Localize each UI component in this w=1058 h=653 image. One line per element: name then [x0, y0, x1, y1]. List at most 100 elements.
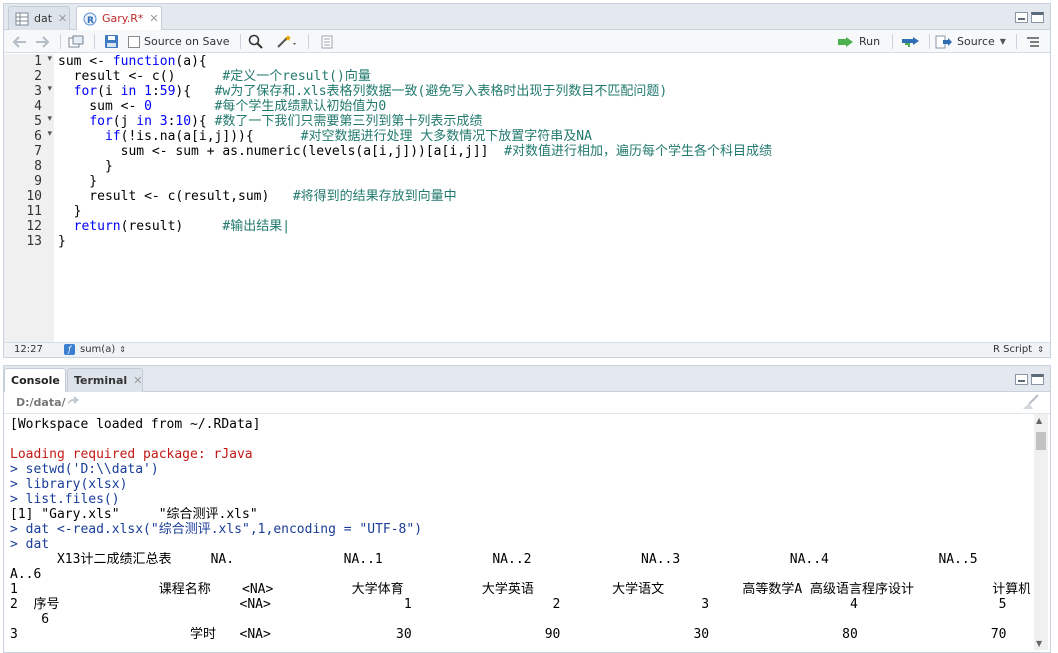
source-button[interactable]: Source ▼ — [935, 33, 1006, 50]
forward-arrow-icon[interactable] — [34, 33, 50, 50]
scrollbar-thumb[interactable] — [1036, 432, 1046, 450]
code-line[interactable]: for(j in 3:10){ #数了一下我们只需要第三列到第十列表示成绩 — [58, 114, 772, 129]
close-icon[interactable]: ✕ — [133, 374, 142, 387]
fold-arrow-icon[interactable]: ▾ — [47, 129, 52, 139]
gutter-line: 7 — [4, 144, 54, 159]
code-line[interactable]: } — [58, 159, 772, 174]
rerun-arrows-icon — [902, 36, 919, 47]
maximize-pane-button[interactable] — [1031, 12, 1044, 23]
back-arrow-icon[interactable] — [12, 33, 28, 50]
minimize-pane-button[interactable] — [1015, 12, 1028, 23]
line-number: 5 — [34, 114, 42, 129]
source-label: Source — [957, 35, 995, 48]
line-number: 12 — [26, 219, 42, 234]
scroll-down-icon[interactable]: ▼ — [1036, 639, 1042, 648]
line-number-gutter: 1 ▾ 2 3 ▾ 4 5 ▾ 6 ▾ 7 8 9 10 11 12 13 — [4, 54, 54, 342]
console-output-line: [1] "Gary.xls" "综合测评.xls" — [10, 507, 258, 522]
tab-gary-r-label: Gary.R* — [102, 12, 144, 25]
gutter-line: 11 — [4, 204, 54, 219]
r-file-icon: R — [83, 12, 97, 26]
fold-arrow-icon[interactable]: ▾ — [47, 114, 52, 124]
console-scrollbar[interactable]: ▲ ▼ — [1034, 414, 1048, 650]
line-number: 13 — [26, 234, 42, 249]
code-tools-wand-icon[interactable] — [276, 33, 298, 50]
code-line[interactable]: } — [58, 234, 772, 249]
console-pane-controls — [1015, 374, 1044, 385]
console-output-line: [Workspace loaded from ~/.RData] — [10, 417, 261, 432]
source-pane: dat ✕ R Gary.R* ✕ Source on Save Run Sou… — [3, 3, 1051, 358]
tab-dat[interactable]: dat ✕ — [8, 6, 70, 30]
line-number: 4 — [34, 99, 42, 114]
console-output[interactable]: [Workspace loaded from ~/.RData] Loading … — [10, 402, 1030, 642]
line-number: 8 — [34, 159, 42, 174]
function-context-dropdown[interactable]: f sum(a) ⇕ — [64, 344, 126, 355]
code-line[interactable]: result <- c(result,sum) #将得到的结果存放到向量中 — [58, 189, 772, 204]
show-in-window-icon[interactable] — [68, 33, 84, 50]
console-message-line: Loading required package: rJava — [10, 447, 253, 462]
fold-arrow-icon[interactable]: ▾ — [47, 84, 52, 94]
tab-terminal[interactable]: Terminal ✕ — [67, 368, 143, 392]
code-line[interactable]: if(!is.na(a[i,j])){ #对空数据进行处理 大多数情况下放置字符… — [58, 129, 772, 144]
tab-gary-r[interactable]: R Gary.R* ✕ — [76, 6, 162, 31]
console-command-line: > dat <-read.xlsx("综合测评.xls",1,encoding … — [10, 522, 423, 537]
code-line[interactable]: result <- c() #定义一个result()向量 — [58, 69, 772, 84]
line-number: 2 — [34, 69, 42, 84]
chevron-down-icon[interactable]: ▼ — [1000, 37, 1006, 46]
gutter-line: 4 — [4, 99, 54, 114]
data-table-icon — [15, 12, 29, 26]
file-type-dropdown[interactable]: R Script ⇕ — [993, 344, 1044, 355]
svg-text:R: R — [87, 16, 94, 26]
code-line[interactable]: sum <- function(a){ — [58, 54, 772, 69]
code-line[interactable]: sum <- 0 #每个学生成绩默认初始值为0 — [58, 99, 772, 114]
code-line[interactable]: sum <- sum + as.numeric(levels(a[i,j]))[… — [58, 144, 772, 159]
code-line[interactable]: } — [58, 204, 772, 219]
console-pane: Console Terminal ✕ D:/data/ [Workspace l… — [3, 365, 1051, 653]
source-tabbar: dat ✕ R Gary.R* ✕ — [4, 4, 1050, 31]
search-icon[interactable] — [248, 33, 263, 50]
code-lines[interactable]: sum <- function(a){ result <- c() #定义一个r… — [58, 54, 772, 249]
minimize-pane-button[interactable] — [1015, 374, 1028, 385]
code-editor[interactable]: 1 ▾ 2 3 ▾ 4 5 ▾ 6 ▾ 7 8 9 10 11 12 13 sum <-… — [4, 54, 1050, 342]
rerun-button[interactable] — [901, 33, 921, 50]
function-context-label: sum(a) — [80, 344, 116, 355]
console-command-line: > setwd('D:\\data') — [10, 462, 159, 477]
console-command-line: > library(xlsx) — [10, 477, 128, 492]
line-number: 11 — [26, 204, 42, 219]
compile-report-icon[interactable] — [320, 33, 334, 50]
function-icon: f — [64, 344, 75, 355]
toolbar-separator — [308, 34, 309, 49]
gutter-line: 10 — [4, 189, 54, 204]
updown-chevron-icon: ⇕ — [1037, 345, 1044, 354]
source-toolbar: Source on Save Run Source ▼ — [4, 30, 1050, 53]
line-number: 9 — [34, 174, 42, 189]
source-on-save-checkbox[interactable]: Source on Save — [128, 33, 229, 50]
gutter-line: 3 ▾ — [4, 84, 54, 99]
line-number: 7 — [34, 144, 42, 159]
run-button[interactable]: Run — [837, 33, 880, 50]
updown-chevron-icon: ⇕ — [119, 345, 126, 354]
code-line[interactable]: return(result) #输出结果| — [58, 219, 772, 234]
close-icon[interactable]: ✕ — [58, 12, 67, 25]
console-output-line: 3 学时 <NA> 30 90 30 80 70 — [10, 627, 1007, 642]
source-on-save-label: Source on Save — [144, 35, 230, 48]
line-number: 6 — [34, 129, 42, 144]
line-number: 1 — [34, 54, 42, 69]
gutter-line: 8 — [4, 159, 54, 174]
fold-arrow-icon[interactable]: ▾ — [47, 54, 52, 64]
line-number: 10 — [26, 189, 42, 204]
code-line[interactable]: } — [58, 174, 772, 189]
console-output-line: A..6 — [10, 567, 42, 582]
document-outline-icon[interactable] — [1026, 33, 1040, 50]
code-line[interactable]: for(i in 1:59){ #w为了保存和.xls表格列数据一致(避免写入表… — [58, 84, 772, 99]
editor-statusbar: 12:27 f sum(a) ⇕ R Script ⇕ — [4, 342, 1050, 357]
save-icon[interactable] — [104, 33, 119, 50]
toolbar-separator — [60, 34, 61, 49]
tab-dat-label: dat — [34, 12, 53, 25]
tab-console[interactable]: Console — [4, 368, 66, 393]
console-output-line: 6 — [10, 612, 50, 627]
maximize-pane-button[interactable] — [1031, 374, 1044, 385]
console-output-line: 2 序号 <NA> 1 2 3 4 5 — [10, 597, 1007, 612]
scroll-up-icon[interactable]: ▲ — [1036, 416, 1042, 425]
close-icon[interactable]: ✕ — [149, 12, 158, 25]
